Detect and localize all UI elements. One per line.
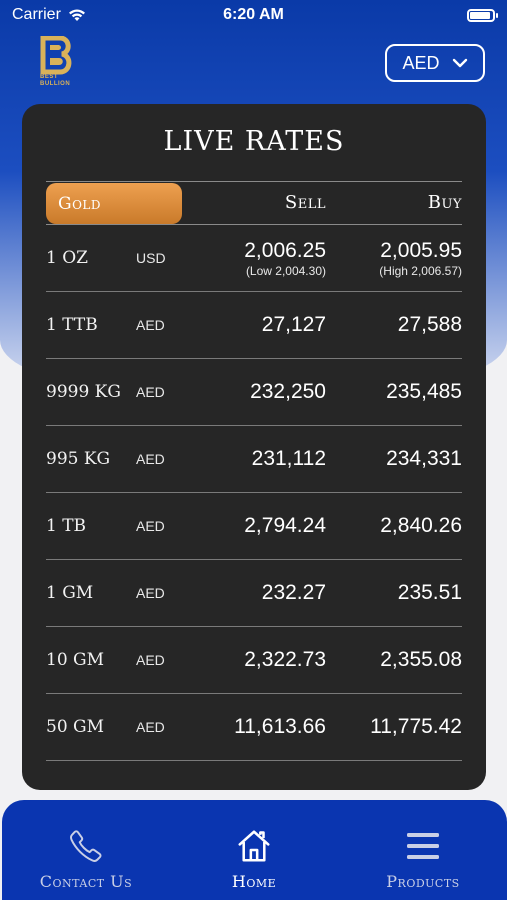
nav-label: Products: [386, 872, 460, 891]
sell-price: 232,250: [250, 380, 326, 403]
product-currency: AED: [136, 317, 165, 333]
bottom-nav: Contact Us Home Products: [2, 800, 507, 900]
buy-column-header: Buy: [427, 192, 462, 213]
product-name: 1 TTB: [46, 315, 98, 335]
table-row: 10 GM AED 2,322.73 2,355.08: [46, 627, 462, 694]
product-currency: AED: [136, 518, 165, 534]
product-name: 1 OZ: [46, 248, 88, 268]
low-price-note: (Low 2,004.30): [245, 263, 326, 278]
product-currency: AED: [136, 585, 165, 601]
sell-price: 2,322.73: [244, 648, 326, 671]
high-price-note: (High 2,006.57): [379, 263, 462, 278]
currency-value: AED: [402, 52, 440, 73]
menu-icon: [407, 833, 439, 859]
phone-icon: [70, 830, 102, 862]
nav-products[interactable]: Products: [339, 800, 507, 900]
product-name: 995 KG: [46, 449, 111, 469]
logo-wordmark: BEST BULLION: [40, 74, 71, 87]
table-row: 9999 KG AED 232,250 235,485: [46, 359, 462, 426]
buy-price: 2,005.95 (High 2,006.57): [379, 238, 462, 278]
table-row: 1 GM AED 232.27 235.51: [46, 560, 462, 627]
product-currency: AED: [136, 719, 165, 735]
chevron-down-icon: [452, 58, 467, 68]
currency-dropdown[interactable]: AED: [385, 44, 485, 82]
buy-price: 235,485: [386, 380, 462, 403]
product-name: 10 GM: [46, 650, 105, 670]
sell-price: 2,794.24: [244, 514, 326, 537]
nav-home[interactable]: Home: [170, 800, 338, 900]
status-time: 6:20 AM: [223, 6, 284, 23]
nav-label: Contact Us: [39, 872, 133, 891]
table-row: 1 TTB AED 27,127 27,588: [46, 292, 462, 359]
tab-gold[interactable]: Gold: [46, 183, 182, 224]
product-currency: USD: [136, 250, 166, 266]
rates-table: 1 OZ USD 2,006.25 (Low 2,004.30) 2,005.9…: [46, 225, 462, 761]
product-name: 1 GM: [46, 583, 94, 603]
product-currency: AED: [136, 384, 165, 400]
product-currency: AED: [136, 652, 165, 668]
home-icon: [238, 830, 270, 862]
product-name: 9999 KG: [46, 382, 121, 402]
buy-price: 235.51: [397, 581, 462, 604]
buy-price: 2,355.08: [380, 648, 462, 671]
table-row: 1 OZ USD 2,006.25 (Low 2,004.30) 2,005.9…: [46, 225, 462, 292]
nav-label: Home: [231, 872, 277, 891]
product-name: 1 TB: [46, 516, 87, 536]
divider: [46, 181, 462, 182]
table-row: 50 GM AED 11,613.66 11,775.42: [46, 694, 462, 761]
table-row: 995 KG AED 231,112 234,331: [46, 426, 462, 493]
buy-price: 27,588: [397, 313, 462, 336]
status-bar: Carrier 6:20 AM: [0, 0, 507, 30]
buy-price: 2,840.26: [380, 514, 462, 537]
sell-price: 232.27: [261, 581, 326, 604]
sell-price: 2,006.25 (Low 2,004.30): [244, 238, 326, 278]
product-name: 50 GM: [46, 717, 105, 737]
live-rates-panel: LIVE RATES Gold Sell Buy 1 OZ USD 2,006.…: [22, 104, 486, 790]
sell-column-header: Sell: [284, 192, 326, 213]
product-currency: AED: [136, 451, 165, 467]
panel-title: LIVE RATES: [163, 126, 345, 157]
buy-price: 234,331: [386, 447, 462, 470]
sell-price: 27,127: [261, 313, 326, 336]
sell-price: 231,112: [251, 447, 326, 470]
buy-price: 11,775.42: [370, 715, 462, 738]
table-row: 1 TB AED 2,794.24 2,840.26: [46, 493, 462, 560]
sell-price: 11,613.66: [234, 715, 326, 738]
battery-icon: [467, 8, 498, 22]
nav-contact-us[interactable]: Contact Us: [2, 800, 170, 900]
